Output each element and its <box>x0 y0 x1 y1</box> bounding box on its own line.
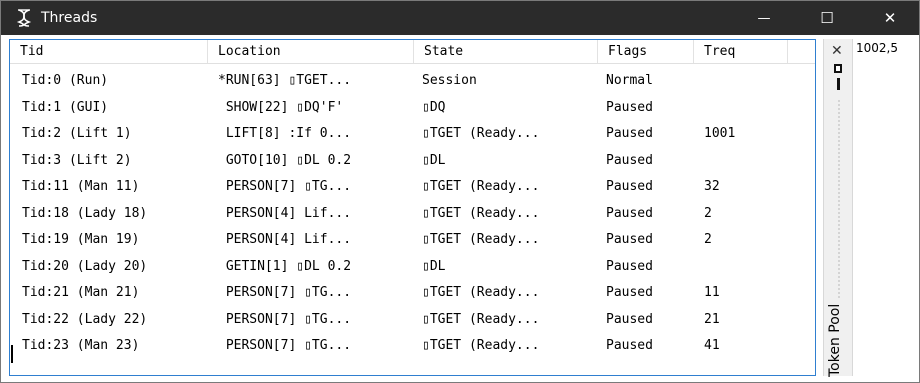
cell-state: ▯DL <box>422 152 446 168</box>
cell-location: PERSON[7] ▯TG... <box>218 338 352 353</box>
table-row[interactable]: Tid:19 (Man 19) PERSON[4] Lif... ▯TGET (R… <box>10 227 815 253</box>
cell-tid: Tid:21 (Man 21) <box>22 285 140 300</box>
cell-flags: Paused <box>606 152 653 168</box>
cell-tid: Tid:20 (Lady 20) <box>22 258 148 274</box>
cell-location: LIFT[8] :If 0... <box>218 126 352 141</box>
table-row[interactable]: Tid:1 (GUI) SHOW[22] ▯DQ'F' ▯DQ Paused <box>10 95 815 121</box>
cell-flags: Paused <box>606 99 653 115</box>
cell-location: PERSON[7] ▯TG... <box>218 311 352 327</box>
cell-location: *RUN[63] ▯TGET... <box>218 73 352 88</box>
cell-tid: Tid:2 (Lift 1) <box>22 126 132 141</box>
table-row[interactable]: Tid:2 (Lift 1) LIFT[8] :If 0... ▯TGET (Re… <box>10 121 815 147</box>
maximize-icon: ☐ <box>820 9 834 27</box>
table-row[interactable]: Tid:23 (Man 23) PERSON[7] ▯TG... ▯TGET (R… <box>10 333 815 359</box>
cell-state: Session <box>422 73 477 88</box>
cell-treq <box>704 254 794 280</box>
minimize-icon: — <box>757 10 771 26</box>
cell-tid: Tid:18 (Lady 18) <box>22 205 148 221</box>
token-pool-close-icon[interactable]: ✕ <box>831 43 843 59</box>
token-pool-label: Token Pool <box>827 303 843 377</box>
table-row[interactable]: Tid:22 (Lady 22) PERSON[7] ▯TG... ▯TGET (… <box>10 307 815 333</box>
table-row[interactable]: Tid:18 (Lady 18) PERSON[4] Lif... ▯TGET (… <box>10 201 815 227</box>
cell-tid: Tid:19 (Man 19) <box>22 232 140 247</box>
cell-state: ▯TGET (Ready... <box>422 285 540 300</box>
table-row[interactable]: Tid:20 (Lady 20) GETIN[1] ▯DL 0.2 ▯DL Paus… <box>10 254 815 280</box>
column-header-treq[interactable]: Treq <box>694 40 788 63</box>
maximize-button[interactable]: ☐ <box>804 1 850 35</box>
window-title: Threads <box>41 10 98 26</box>
title-bar[interactable]: Threads — ☐ ✕ <box>1 1 919 35</box>
close-icon: ✕ <box>883 9 897 27</box>
column-header-tid[interactable]: Tid <box>10 40 208 63</box>
token-pool-dock-icon[interactable] <box>834 64 842 73</box>
cell-flags: Paused <box>606 338 653 353</box>
table-row[interactable]: Tid:3 (Lift 2) GOTO[10] ▯DL 0.2 ▯DL Paused <box>10 148 815 174</box>
cell-location: GETIN[1] ▯DL 0.2 <box>218 258 352 274</box>
cell-state: ▯TGET (Ready... <box>422 232 540 247</box>
cell-tid: Tid:11 (Man 11) <box>22 179 140 194</box>
cell-treq: 32 <box>704 179 720 194</box>
cell-flags: Paused <box>606 179 653 194</box>
app-icon <box>15 9 33 27</box>
cell-location: SHOW[22] ▯DQ'F' <box>218 99 344 115</box>
cell-state: ▯TGET (Ready... <box>422 311 540 327</box>
cell-flags: Paused <box>606 126 653 141</box>
cell-treq <box>704 95 794 121</box>
cell-treq: 1001 <box>704 126 736 141</box>
table-row[interactable]: Tid:11 (Man 11) PERSON[7] ▯TG... ▯TGET (R… <box>10 174 815 200</box>
cell-flags: Paused <box>606 311 653 327</box>
side-value-readout: 1002,5 <box>856 41 898 55</box>
cell-state: ▯TGET (Ready... <box>422 126 540 141</box>
cell-location: PERSON[7] ▯TG... <box>218 285 352 300</box>
close-button[interactable]: ✕ <box>867 1 913 35</box>
cell-state: ▯TGET (Ready... <box>422 179 540 194</box>
cell-treq: 41 <box>704 338 720 353</box>
cell-flags: Paused <box>606 258 653 274</box>
cell-tid: Tid:22 (Lady 22) <box>22 311 148 327</box>
minimize-button[interactable]: — <box>741 1 787 35</box>
cell-flags: Paused <box>606 285 653 300</box>
threads-grid[interactable]: Tid Location State Flags Treq Tid:0 (Run… <box>9 39 816 376</box>
cell-treq: 11 <box>704 285 720 300</box>
token-pool-bar-icon <box>837 78 840 90</box>
token-pool-panel: ✕ Token Pool <box>823 39 853 377</box>
cell-tid: Tid:3 (Lift 2) <box>22 152 132 168</box>
cell-treq <box>704 68 794 94</box>
text-caret <box>11 345 13 363</box>
cell-tid: Tid:23 (Man 23) <box>22 338 140 353</box>
cell-state: ▯TGET (Ready... <box>422 205 540 221</box>
cell-state: ▯DL <box>422 258 446 274</box>
cell-location: GOTO[10] ▯DL 0.2 <box>218 152 352 168</box>
cell-location: PERSON[7] ▯TG... <box>218 179 352 194</box>
cell-flags: Paused <box>606 232 653 247</box>
table-row[interactable]: Tid:0 (Run) *RUN[63] ▯TGET... Session Norma… <box>10 68 815 94</box>
cell-treq <box>704 148 794 174</box>
column-header-flags[interactable]: Flags <box>598 40 694 63</box>
cell-state: ▯TGET (Ready... <box>422 338 540 353</box>
threads-window: Threads — ☐ ✕ Tid Location State Flags T… <box>0 0 920 383</box>
table-row[interactable]: Tid:21 (Man 21) PERSON[7] ▯TG... ▯TGET (R… <box>10 280 815 306</box>
cell-flags: Normal <box>606 73 653 88</box>
cell-location: PERSON[4] Lif... <box>218 205 352 221</box>
cell-treq: 2 <box>704 205 712 221</box>
column-header-state[interactable]: State <box>414 40 598 63</box>
cell-tid: Tid:1 (GUI) <box>22 99 109 115</box>
cell-treq: 2 <box>704 232 712 247</box>
column-header-row: Tid Location State Flags Treq <box>10 40 815 64</box>
cell-flags: Paused <box>606 205 653 221</box>
cell-treq: 21 <box>704 311 720 327</box>
token-pool-grip-handle[interactable] <box>838 99 840 299</box>
column-header-location[interactable]: Location <box>208 40 414 63</box>
cell-state: ▯DQ <box>422 99 446 115</box>
cell-location: PERSON[4] Lif... <box>218 232 352 247</box>
cell-tid: Tid:0 (Run) <box>22 73 109 88</box>
